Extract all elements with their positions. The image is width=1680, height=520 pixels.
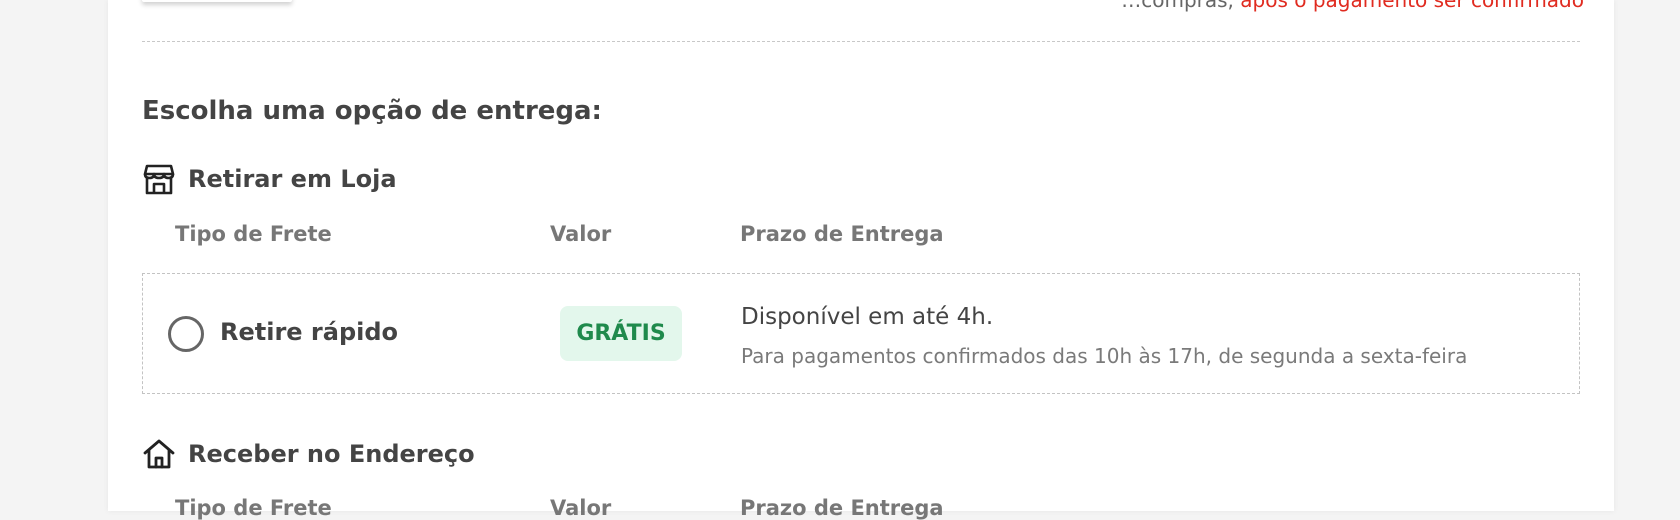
- group-pickup-label: Retirar em Loja: [188, 165, 397, 193]
- home-icon: [143, 439, 175, 469]
- column-type-header: Tipo de Frete: [175, 496, 332, 520]
- option-deadline: Disponível em até 4h.: [741, 304, 994, 330]
- column-type-header: Tipo de Frete: [175, 222, 332, 246]
- delivery-card: …compras, após o pagamento ser confirmad…: [108, 0, 1614, 520]
- top-note: …compras, após o pagamento ser confirmad…: [1121, 0, 1584, 12]
- column-value-header: Valor: [550, 222, 612, 246]
- column-deadline-header: Prazo de Entrega: [740, 496, 944, 520]
- group-delivery-label: Receber no Endereço: [188, 440, 475, 468]
- price-badge: GRÁTIS: [560, 306, 682, 361]
- column-deadline-header: Prazo de Entrega: [740, 222, 944, 246]
- group-delivery-header: Receber no Endereço: [142, 437, 475, 471]
- option-deadline-note: Para pagamentos confirmados das 10h às 1…: [741, 344, 1468, 368]
- divider: [142, 41, 1580, 42]
- column-value-header: Valor: [550, 496, 612, 520]
- top-note-text: …compras,: [1121, 0, 1241, 12]
- group-pickup-header: Retirar em Loja: [142, 162, 397, 196]
- product-thumbnail: [142, 0, 292, 2]
- shipping-option-retire-rapido[interactable]: Retire rápido GRÁTIS Disponível em até 4…: [142, 273, 1580, 394]
- option-name: Retire rápido: [220, 318, 399, 346]
- section-title: Escolha uma opção de entrega:: [142, 96, 602, 126]
- top-note-highlight: após o pagamento ser confirmado: [1240, 0, 1584, 12]
- option-radio[interactable]: [168, 316, 204, 352]
- store-icon: [143, 164, 175, 195]
